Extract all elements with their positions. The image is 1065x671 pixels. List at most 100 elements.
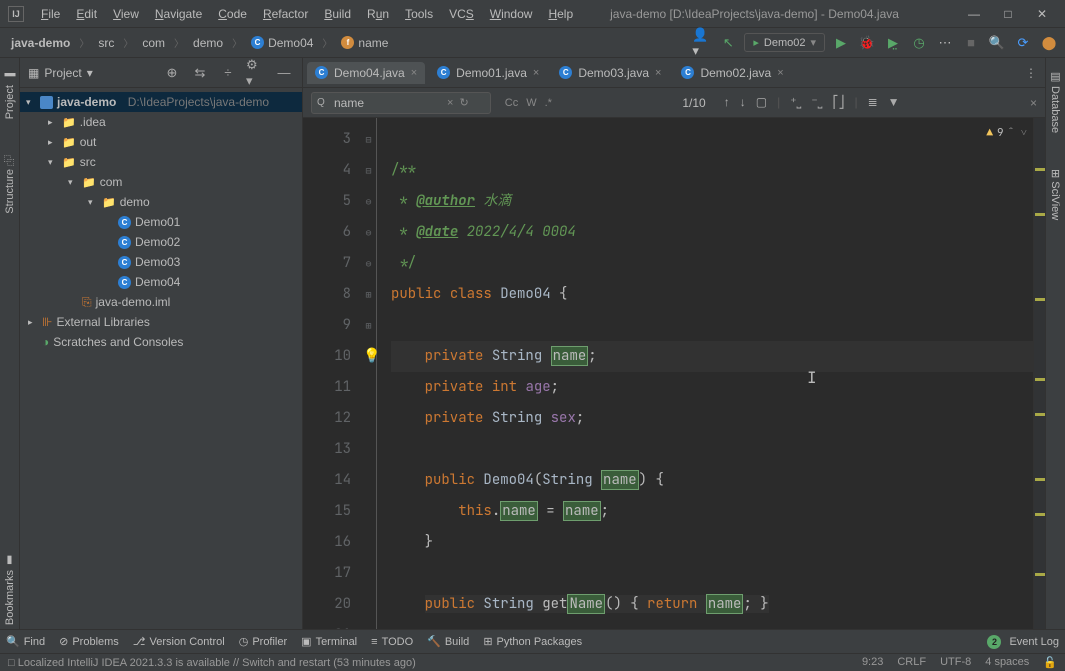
tree-out[interactable]: ▸📁out <box>20 132 302 152</box>
event-log-tool[interactable]: Event Log <box>1009 636 1059 648</box>
clear-search-icon[interactable]: × ↻ <box>447 96 469 109</box>
remove-selection-icon[interactable]: ⁻⎵ <box>811 95 822 110</box>
profile-button[interactable]: ◷ <box>909 33 929 53</box>
tab-demo04[interactable]: CDemo04.java× <box>307 62 425 84</box>
close-tab-icon[interactable]: × <box>777 67 783 79</box>
close-tab-icon[interactable]: × <box>533 67 539 79</box>
tab-demo01[interactable]: CDemo01.java× <box>429 62 547 84</box>
menu-run[interactable]: Run <box>360 4 396 24</box>
intention-bulb-icon[interactable]: 💡 <box>363 341 380 372</box>
tree-file-demo01[interactable]: CDemo01 <box>20 212 302 232</box>
crumb-field[interactable]: fname <box>336 34 393 52</box>
status-caret-pos[interactable]: 9:23 <box>862 656 883 669</box>
tree-project-root[interactable]: ▾java-demo D:\IdeaProjects\java-demo <box>20 92 302 112</box>
tree-src[interactable]: ▾📁src <box>20 152 302 172</box>
toggle-filter-icon[interactable]: ≣ <box>868 95 878 110</box>
close-tab-icon[interactable]: × <box>411 67 417 79</box>
terminal-tool[interactable]: ▣ Terminal <box>301 635 357 648</box>
tree-demo[interactable]: ▾📁demo <box>20 192 302 212</box>
coverage-button[interactable]: ▶̤ <box>883 33 903 53</box>
menu-vcs[interactable]: VCS <box>442 4 481 24</box>
database-tool-tab[interactable]: ▤ Database <box>1047 66 1064 137</box>
select-all-occurrences-icon[interactable]: ⎡⎦ <box>832 95 844 110</box>
build-tool[interactable]: 🔨 Build <box>427 635 469 648</box>
python-packages-tool[interactable]: ⊞ Python Packages <box>483 635 582 648</box>
stop-button[interactable]: ■ <box>961 33 981 53</box>
crumb-com[interactable]: com <box>137 34 170 52</box>
inspection-widget[interactable]: ▲9 ˆ ˅ <box>986 126 1027 140</box>
prev-match-icon[interactable]: ↑ <box>724 95 730 110</box>
structure-tool-tab[interactable]: Structure ⿻ <box>0 151 20 218</box>
vcs-tool[interactable]: ⎇ Version Control <box>133 635 225 648</box>
match-case-toggle[interactable]: Cc <box>505 97 518 109</box>
tab-demo03[interactable]: CDemo03.java× <box>551 62 669 84</box>
menu-help[interactable]: Help <box>541 4 580 24</box>
maximize-button[interactable]: □ <box>1001 7 1015 21</box>
status-encoding[interactable]: UTF-8 <box>940 656 971 669</box>
tree-file-demo04[interactable]: CDemo04 <box>20 272 302 292</box>
menu-view[interactable]: View <box>106 4 146 24</box>
select-opened-icon[interactable]: ⊕ <box>162 63 182 83</box>
menu-file[interactable]: File <box>34 4 67 24</box>
words-toggle[interactable]: W <box>526 97 536 109</box>
sciview-tool-tab[interactable]: ⊞ SciView <box>1047 165 1064 224</box>
todo-tool[interactable]: ≡ TODO <box>371 636 413 648</box>
add-user-icon[interactable]: 👤▾ <box>692 33 712 53</box>
menu-tools[interactable]: Tools <box>398 4 440 24</box>
tree-external-libs[interactable]: ▸⊪External Libraries <box>20 312 302 332</box>
crumb-src[interactable]: src <box>93 34 119 52</box>
rollback-icon[interactable]: ↖ <box>718 33 738 53</box>
status-message[interactable]: □ Localized IntelliJ IDEA 2021.3.3 is av… <box>8 657 416 669</box>
tree-file-demo02[interactable]: CDemo02 <box>20 232 302 252</box>
select-all-icon[interactable]: ▢ <box>756 95 767 110</box>
collapse-all-icon[interactable]: ÷ <box>218 63 238 83</box>
menu-refactor[interactable]: Refactor <box>256 4 315 24</box>
tree-scratches[interactable]: ◑Scratches and Consoles <box>20 332 302 352</box>
tree-idea[interactable]: ▸📁.idea <box>20 112 302 132</box>
close-find-icon[interactable]: × <box>1030 96 1037 110</box>
status-readonly-icon[interactable]: 🔓 <box>1043 656 1057 669</box>
tree-iml[interactable]: ⎘java-demo.iml <box>20 292 302 312</box>
hide-panel-icon[interactable]: — <box>274 63 294 83</box>
project-panel-title[interactable]: ▦ Project ▾ <box>28 66 93 80</box>
tab-demo02[interactable]: CDemo02.java× <box>673 62 791 84</box>
tabs-menu-icon[interactable]: ⋮ <box>1021 62 1041 84</box>
problems-tool[interactable]: ⊘ Problems <box>59 635 119 648</box>
crumb-project[interactable]: java-demo <box>6 34 75 52</box>
debug-button[interactable]: 🐞 <box>857 33 877 53</box>
search-everywhere-icon[interactable]: 🔍 <box>987 33 1007 53</box>
profiler-tool[interactable]: ◷ Profiler <box>239 635 287 648</box>
tree-com[interactable]: ▾📁com <box>20 172 302 192</box>
code-editor[interactable]: ▲9 ˆ ˅ 345678910111213141516172021 ⊟⊟⊖⊖⊖… <box>303 118 1045 629</box>
project-tool-tab[interactable]: Project ▬ <box>2 66 18 123</box>
find-tool[interactable]: 🔍 Find <box>6 635 45 648</box>
close-button[interactable]: ✕ <box>1035 7 1049 21</box>
add-selection-icon[interactable]: ⁺⎵ <box>790 95 801 110</box>
bookmarks-tool-tab[interactable]: Bookmarks ▮ <box>1 550 18 629</box>
menu-build[interactable]: Build <box>317 4 358 24</box>
error-stripe[interactable] <box>1033 118 1045 629</box>
next-match-icon[interactable]: ↓ <box>740 95 746 110</box>
settings-icon[interactable]: ⚙ ▾ <box>246 63 266 83</box>
status-indent[interactable]: 4 spaces <box>985 656 1029 669</box>
fold-gutter[interactable]: ⊟⊟⊖⊖⊖⊞⊞ <box>361 118 377 629</box>
tree-file-demo03[interactable]: CDemo03 <box>20 252 302 272</box>
expand-all-icon[interactable]: ⇆ <box>190 63 210 83</box>
minimize-button[interactable]: — <box>967 7 981 21</box>
menu-navigate[interactable]: Navigate <box>148 4 209 24</box>
crumb-demo[interactable]: demo <box>188 34 228 52</box>
close-tab-icon[interactable]: × <box>655 67 661 79</box>
more-run-icon[interactable]: ⋯ <box>935 33 955 53</box>
menu-code[interactable]: Code <box>211 4 254 24</box>
status-line-sep[interactable]: CRLF <box>897 656 926 669</box>
menu-window[interactable]: Window <box>483 4 540 24</box>
crumb-class[interactable]: CDemo04 <box>246 34 318 52</box>
run-config-select[interactable]: ▸Demo02▾ <box>744 33 825 52</box>
plugin-icon[interactable]: ⬤ <box>1039 33 1059 53</box>
sync-icon[interactable]: ⟳ <box>1013 33 1033 53</box>
run-button[interactable]: ▶ <box>831 33 851 53</box>
filter-icon[interactable]: ▼ <box>888 95 900 110</box>
menu-edit[interactable]: Edit <box>69 4 104 24</box>
regex-toggle[interactable]: .* <box>545 97 552 109</box>
code-body[interactable]: /** * @author 水滴 * @date 2022/4/4 0004 *… <box>377 118 1033 629</box>
